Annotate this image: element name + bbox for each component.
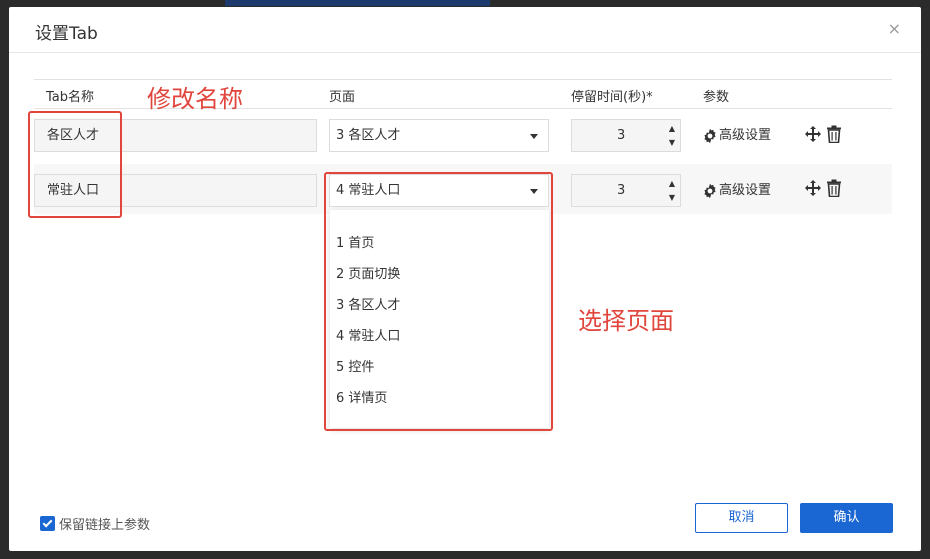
page-select-value: 3 各区人才 [336, 128, 401, 143]
tab-row: 各区人才 3 各区人才 3 ▲ ▼ 高级设置 [34, 110, 892, 160]
duration-value: 3 [617, 128, 626, 143]
advanced-settings-button[interactable]: 高级设置 [702, 181, 771, 201]
advanced-settings-label: 高级设置 [719, 128, 772, 143]
confirm-button[interactable]: 确认 [800, 503, 893, 533]
background-window-strip [225, 0, 490, 6]
increment-icon[interactable]: ▲ [667, 178, 677, 190]
cancel-button[interactable]: 取消 [695, 503, 788, 533]
annotation-select-page: 选择页面 [578, 307, 674, 335]
close-icon[interactable]: × [888, 20, 901, 38]
duration-value: 3 [617, 183, 626, 198]
set-tab-dialog: 设置Tab × Tab名称 页面 停留时间(秒)* 参数 各区人才 3 各区人才… [9, 7, 921, 551]
keep-params-checkbox-wrapper[interactable]: 保留链接上参数 [40, 514, 150, 533]
annotation-rename: 修改名称 [147, 85, 243, 113]
advanced-settings-label: 高级设置 [719, 183, 772, 198]
advanced-settings-button[interactable]: 高级设置 [702, 126, 771, 146]
decrement-icon[interactable]: ▼ [667, 137, 677, 149]
chevron-down-icon [530, 134, 538, 139]
gear-icon [704, 128, 716, 144]
increment-icon[interactable]: ▲ [667, 123, 677, 135]
checkbox-checked-icon[interactable] [40, 516, 55, 531]
header-page: 页面 [329, 90, 356, 105]
header-tab-name: Tab名称 [46, 90, 95, 105]
header-params: 参数 [703, 90, 730, 105]
annotation-box-name [28, 111, 122, 218]
duration-input[interactable]: 3 ▲ ▼ [571, 119, 681, 152]
dialog-title: 设置Tab [35, 24, 98, 44]
annotation-box-page [324, 172, 553, 431]
move-icon[interactable] [804, 125, 822, 143]
header-duration: 停留时间(秒)* [571, 90, 653, 105]
trash-icon[interactable] [826, 125, 842, 143]
decrement-icon[interactable]: ▼ [667, 192, 677, 204]
move-icon[interactable] [804, 179, 822, 197]
trash-icon[interactable] [826, 179, 842, 197]
keep-params-label: 保留链接上参数 [59, 518, 151, 533]
dialog-header: 设置Tab × [9, 7, 921, 53]
gear-icon [704, 183, 716, 199]
page-select[interactable]: 3 各区人才 [329, 119, 549, 152]
duration-input[interactable]: 3 ▲ ▼ [571, 174, 681, 207]
